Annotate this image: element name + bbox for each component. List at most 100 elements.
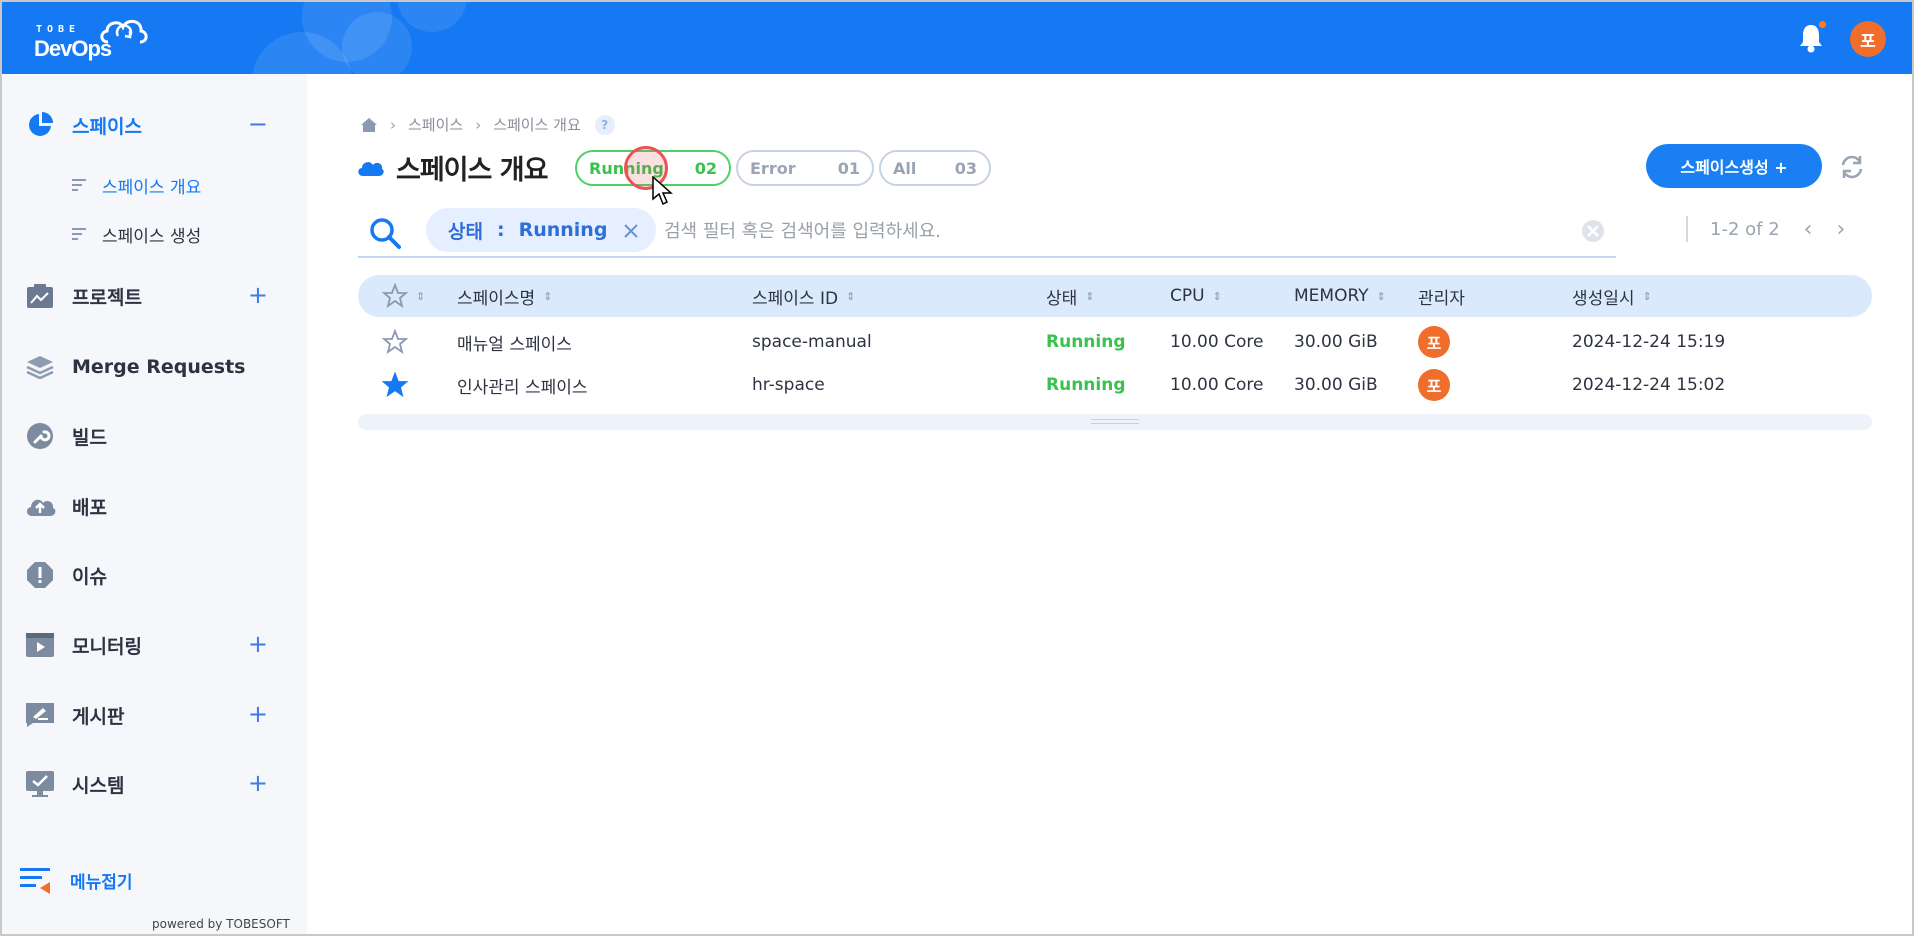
status-filter-count: 01 (837, 158, 860, 178)
pagination: 1-2 of 2 ‹ › (1686, 216, 1845, 242)
logo-cloud-icon (100, 19, 148, 44)
help-icon[interactable]: ? (594, 114, 615, 135)
sidebar-item-monitoring[interactable]: 모니터링 + (24, 625, 284, 665)
search-icon[interactable] (368, 216, 402, 250)
resize-grip-handle[interactable] (1091, 419, 1139, 424)
menu-collapse-button[interactable]: 메뉴접기 (20, 866, 133, 894)
sort-icon: ⇕ (416, 289, 426, 303)
cell-cpu: 10.00 Core (1170, 375, 1264, 395)
sidebar-item-build[interactable]: 빌드 (24, 416, 284, 456)
sidebar-item-label: 시스템 (72, 774, 125, 797)
star-outline-icon (382, 329, 408, 355)
cell-space-name[interactable]: 매뉴얼 스페이스 (457, 321, 572, 363)
logo-tobe-text: TOBE (36, 24, 81, 35)
sidebar-item-board[interactable]: 게시판 + (24, 695, 284, 735)
header-cloud-decoration (397, 2, 467, 32)
column-header-cpu[interactable]: CPU ⇕ (1170, 275, 1222, 317)
sidebar-item-label: 빌드 (72, 426, 107, 449)
sidebar-subitem-label: 스페이스 생성 (102, 226, 202, 247)
powered-by-text: powered by TOBESOFT (152, 917, 290, 931)
close-icon[interactable] (620, 220, 642, 242)
column-header-memory[interactable]: MEMORY ⇕ (1294, 275, 1386, 317)
status-filter-count: 03 (954, 158, 977, 178)
sidebar-item-issue[interactable]: 이슈 (24, 555, 284, 595)
create-space-button[interactable]: 스페이스생성 + (1646, 144, 1822, 188)
column-header-manager: 관리자 (1418, 288, 1465, 309)
filter-chip-separator: : (496, 219, 505, 241)
breadcrumb-item[interactable]: 스페이스 (408, 114, 463, 135)
sidebar-item-system[interactable]: 시스템 + (24, 764, 284, 804)
search-bar: 상태 : Running (358, 206, 1616, 258)
filter-chip-status[interactable]: 상태 : Running (426, 208, 656, 252)
expand-toggle-icon[interactable]: + (248, 701, 268, 727)
app-logo[interactable]: TOBE DevOps (32, 14, 152, 62)
column-header-favorite[interactable]: ⇕ (382, 275, 425, 317)
refresh-icon[interactable] (1838, 153, 1866, 181)
column-header-created[interactable]: 생성일시 ⇕ (1572, 275, 1652, 317)
pager-divider (1686, 216, 1688, 242)
cell-created: 2024-12-24 15:02 (1572, 375, 1726, 395)
menu-collapse-label: 메뉴접기 (70, 872, 133, 893)
expand-toggle-icon[interactable]: + (248, 770, 268, 796)
status-filter-error[interactable]: Error 01 (736, 150, 874, 186)
page-title: 스페이스 개요 (396, 155, 548, 186)
layers-icon (24, 351, 56, 383)
expand-toggle-icon[interactable]: + (248, 631, 268, 657)
filter-chip-key: 상태 (448, 220, 483, 243)
cell-space-name[interactable]: 인사관리 스페이스 (457, 364, 588, 406)
column-header-status[interactable]: 상태 ⇕ (1046, 275, 1095, 317)
sort-icon: ⇕ (1376, 289, 1386, 303)
sidebar-item-deploy[interactable]: 배포 (24, 486, 284, 526)
sidebar-item-label: 스페이스 (72, 115, 142, 138)
cell-manager: 포 (1418, 364, 1450, 406)
chevron-left-icon[interactable]: ‹ (1804, 217, 1813, 242)
status-filter-all[interactable]: All 03 (879, 150, 991, 186)
filter-chip-value: Running (518, 219, 608, 241)
list-lines-icon (72, 228, 86, 240)
cell-space-id: space-manual (752, 332, 872, 352)
breadcrumb-item[interactable]: 스페이스 개요 (493, 114, 581, 135)
column-header-id[interactable]: 스페이스 ID ⇕ (752, 275, 855, 317)
cloud-icon (358, 161, 384, 176)
menu-collapse-icon (20, 868, 50, 894)
sidebar-item-space[interactable]: 스페이스 − (24, 105, 284, 145)
column-header-name[interactable]: 스페이스명 ⇕ (457, 275, 552, 317)
expand-toggle-icon[interactable]: + (248, 282, 268, 308)
favorite-toggle[interactable] (382, 364, 408, 406)
cell-manager: 포 (1418, 321, 1450, 363)
status-filter-label: All (893, 158, 917, 178)
cell-space-id: hr-space (752, 375, 825, 395)
user-avatar[interactable]: 포 (1850, 21, 1886, 57)
sidebar-item-project[interactable]: 프로젝트 + (24, 276, 284, 316)
pie-chart-icon (24, 109, 56, 141)
chevron-right-icon[interactable]: › (1836, 217, 1845, 242)
table-row[interactable]: 인사관리 스페이스 hr-space Running 10.00 Core 30… (358, 364, 1872, 406)
cell-cpu: 10.00 Core (1170, 332, 1264, 352)
list-lines-icon (72, 179, 86, 191)
collapse-toggle-icon[interactable]: − (248, 111, 268, 137)
status-filter-count: 02 (694, 158, 717, 178)
home-icon[interactable] (360, 117, 378, 133)
sort-icon: ⇕ (846, 289, 856, 303)
sidebar-item-label: 프로젝트 (72, 286, 142, 309)
manager-avatar[interactable]: 포 (1418, 326, 1450, 358)
chevron-right-icon: › (390, 115, 396, 134)
favorite-toggle[interactable] (382, 321, 408, 363)
cell-status: Running (1046, 375, 1126, 395)
table-row[interactable]: 매뉴얼 스페이스 space-manual Running 10.00 Core… (358, 321, 1872, 363)
sidebar-item-label: 모니터링 (72, 635, 142, 658)
page-title-row: 스페이스 개요 (356, 148, 548, 187)
cloud-upload-icon (24, 490, 56, 522)
wrench-icon (24, 420, 56, 452)
sidebar-subitem-space-create[interactable]: 스페이스 생성 (72, 219, 201, 249)
cell-created: 2024-12-24 15:19 (1572, 332, 1726, 352)
sidebar-item-merge-requests[interactable]: Merge Requests (24, 347, 284, 387)
cell-memory: 30.00 GiB (1294, 375, 1378, 395)
manager-avatar[interactable]: 포 (1418, 369, 1450, 401)
search-input[interactable] (664, 214, 1564, 248)
sort-icon: ⇕ (1212, 289, 1222, 303)
sidebar-subitem-space-overview[interactable]: 스페이스 개요 (72, 170, 201, 200)
cell-status: Running (1046, 332, 1126, 352)
clear-search-icon[interactable] (1580, 218, 1606, 244)
sort-icon: ⇕ (1642, 289, 1652, 303)
